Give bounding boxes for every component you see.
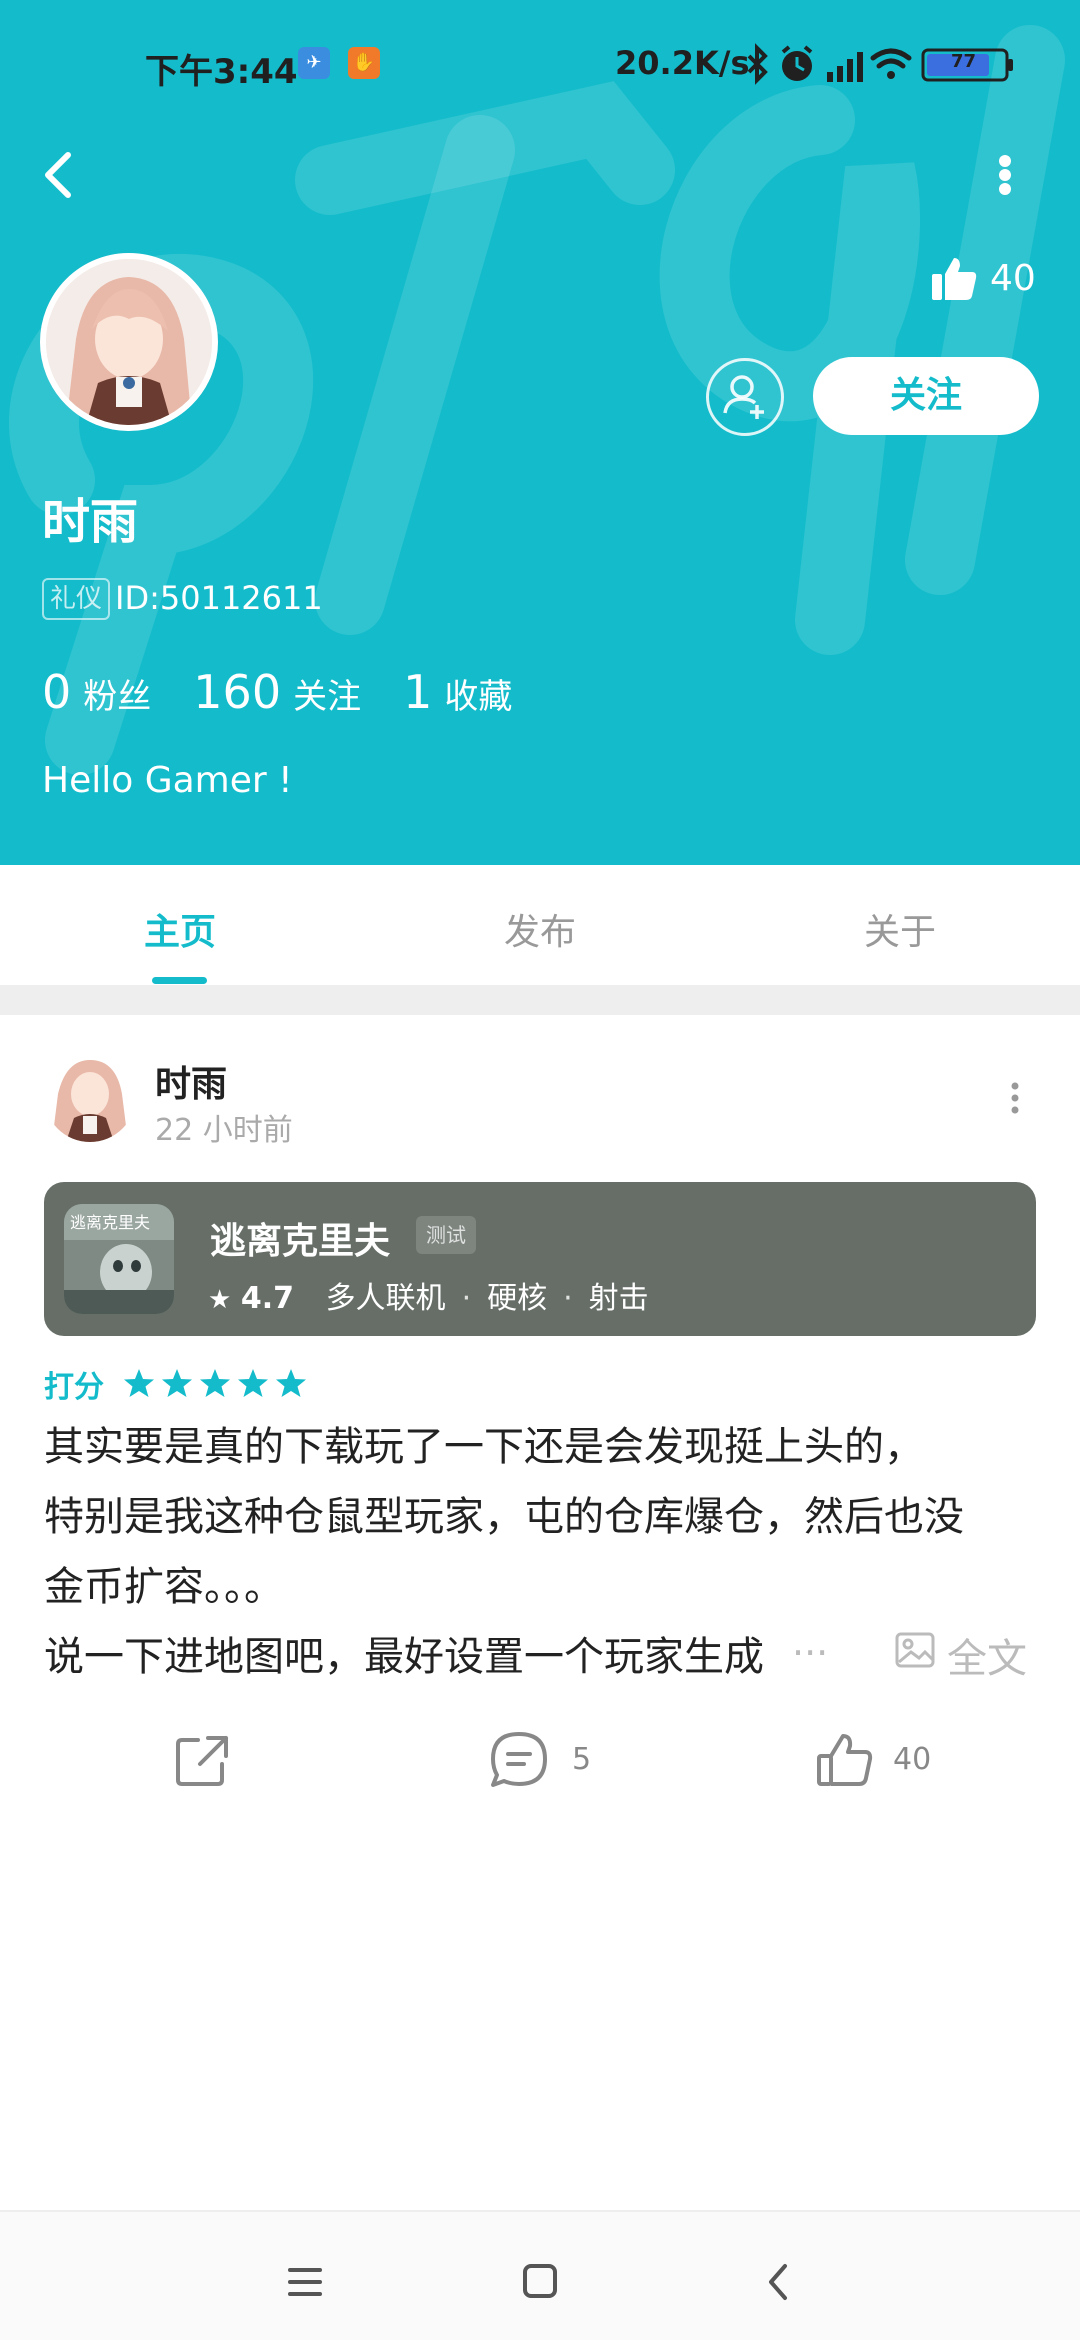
game-genre: 多人联机 [325, 1281, 446, 1316]
image-icon [895, 1632, 935, 1668]
section-divider [0, 985, 1080, 1015]
star-icon [276, 1369, 307, 1397]
network-speed: 20.2K/s [615, 44, 750, 82]
status-bar: 下午3:44 ✈ ✋ 20.2K/s 77 [0, 30, 1080, 100]
post-body-line: 特别是我这种仓鼠型玩家，屯的仓库爆仓，然后也没 [44, 1494, 964, 1540]
rating-label: 打分 [44, 1370, 104, 1405]
status-time: 下午3:44 [145, 52, 298, 92]
post-author-avatar[interactable] [44, 1050, 136, 1142]
post-body-line: 金币扩容。。。 [44, 1564, 284, 1610]
truncation-ellipsis: ... [792, 1620, 829, 1664]
game-icon-text: 逃离克里夫 [70, 1213, 150, 1232]
post-body[interactable]: 其实要是真的下载玩了一下还是会发现挺上头的， 特别是我这种仓鼠型玩家，屯的仓库爆… [44, 1412, 1044, 1692]
game-icon: 逃离克里夫 [64, 1204, 174, 1314]
genre-separator: · [461, 1281, 472, 1316]
signal-icon [827, 52, 863, 82]
game-genre: 射击 [588, 1281, 649, 1316]
tab-posts[interactable]: 发布 [440, 903, 640, 955]
system-nav-bar [0, 2210, 1080, 2340]
profile-header: 下午3:44 ✈ ✋ 20.2K/s 77 40 关注 时雨 礼仪 ID:501… [0, 0, 1080, 865]
genre-separator: · [563, 1281, 573, 1316]
post-author-name[interactable]: 时雨 [155, 1055, 227, 1107]
alarm-icon [781, 45, 813, 81]
comment-count: 5 [572, 1742, 592, 1777]
game-meta: ★ 4.7 多人联机 · 硬核 · 射击 [208, 1273, 649, 1317]
tab-indicator [152, 977, 207, 984]
follow-button[interactable]: 关注 [813, 357, 1039, 435]
post-more-icon[interactable] [1005, 1078, 1025, 1118]
menu-icon[interactable] [280, 2262, 330, 2302]
profile-user-id: ID:50112611 [115, 579, 323, 617]
profile-username: 时雨 [42, 494, 139, 550]
game-genre: 硬核 [487, 1281, 548, 1316]
battery-level: 77 [951, 51, 977, 72]
profile-like-count: 40 [990, 258, 1036, 299]
game-card[interactable]: 逃离克里夫 逃离克里夫 测试 ★ 4.7 多人联机 · 硬核 · 射击 [44, 1182, 1036, 1336]
post-body-line: 说一下进地图吧，最好设置一个玩家生成 [44, 1634, 764, 1680]
etiquette-badge[interactable]: 礼仪 [42, 578, 111, 620]
profile-stats: 0 粉丝 160 关注 1 收藏 [42, 665, 554, 719]
profile-tabs: 主页 发布 关于 [0, 865, 1080, 985]
game-title: 逃离克里夫 [210, 1221, 391, 1262]
stat-following[interactable]: 160 关注 [193, 665, 361, 719]
star-icon [238, 1369, 269, 1397]
tab-about[interactable]: 关于 [800, 903, 1000, 955]
post-body-line: 其实要是真的下载玩了一下还是会发现挺上头的， [44, 1424, 924, 1470]
post-rating: 打分 [44, 1362, 313, 1405]
share-icon [176, 1736, 228, 1786]
game-score: 4.7 [240, 1281, 295, 1316]
nav-back-icon[interactable] [755, 2262, 805, 2302]
post-timestamp: 22 小时前 [155, 1113, 293, 1148]
profile-avatar[interactable] [40, 253, 218, 431]
back-icon[interactable] [36, 145, 86, 205]
star-icon [124, 1369, 155, 1397]
add-user-icon [723, 375, 764, 419]
tab-home[interactable]: 主页 [80, 903, 280, 955]
bluetooth-icon [747, 43, 768, 85]
notification-app-icon: ✈ [298, 47, 330, 79]
star-icon [200, 1369, 231, 1397]
profile-bio: Hello Gamer ! [42, 760, 293, 801]
star-icon [162, 1369, 193, 1397]
wifi-icon [870, 48, 912, 79]
game-test-tag: 测试 [416, 1216, 476, 1254]
add-friend-button[interactable] [706, 358, 784, 436]
thumbs-up-icon [932, 258, 977, 300]
thumbs-up-icon [817, 1734, 873, 1786]
home-icon[interactable] [515, 2262, 565, 2302]
star-icon: ★ [208, 1285, 232, 1315]
post-actions: 5 40 [0, 1720, 1080, 1800]
full-text-label: 全文 [947, 1636, 1027, 1682]
comment-icon [491, 1732, 547, 1787]
like-count: 40 [893, 1742, 932, 1777]
stat-followers[interactable]: 0 粉丝 [42, 665, 151, 719]
rating-stars [124, 1369, 307, 1397]
notification-hand-icon: ✋ [348, 47, 380, 79]
stat-favorites[interactable]: 1 收藏 [403, 665, 512, 719]
more-options-icon[interactable] [990, 145, 1020, 205]
